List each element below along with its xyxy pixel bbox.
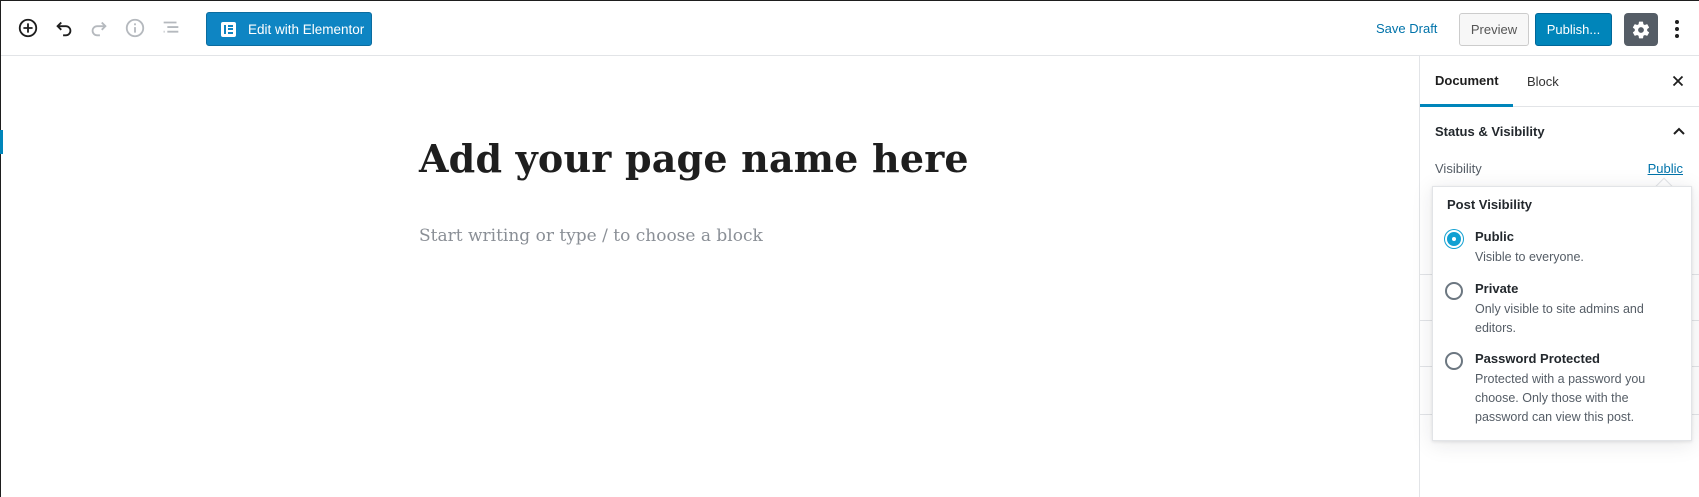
block-focus-indicator xyxy=(0,130,3,154)
editor-toolbar: Edit with Elementor Save Draft Preview P… xyxy=(1,1,1699,56)
save-draft-button[interactable]: Save Draft xyxy=(1376,21,1437,36)
elementor-logo-icon xyxy=(221,21,236,37)
more-options-button[interactable] xyxy=(1669,15,1685,43)
option-label: Private xyxy=(1475,281,1519,296)
redo-icon[interactable] xyxy=(86,15,112,41)
radio-password-protected[interactable] xyxy=(1445,352,1463,370)
close-icon[interactable] xyxy=(1669,72,1687,90)
radio-private[interactable] xyxy=(1445,282,1463,300)
post-visibility-popover: Post Visibility Public Visible to everyo… xyxy=(1432,186,1692,441)
block-navigation-icon[interactable] xyxy=(158,15,184,41)
radio-public[interactable] xyxy=(1445,230,1463,248)
option-description: Visible to everyone. xyxy=(1475,250,1584,264)
option-description: Only visible to site admins and editors. xyxy=(1475,302,1644,335)
chevron-up-icon xyxy=(1673,127,1685,135)
gear-icon xyxy=(1632,21,1650,38)
settings-gear-button[interactable] xyxy=(1624,13,1658,46)
undo-icon[interactable] xyxy=(51,15,77,41)
option-label: Password Protected xyxy=(1475,351,1600,366)
window-left-border xyxy=(0,0,1,497)
popover-title: Post Visibility xyxy=(1447,197,1533,212)
publish-button[interactable]: Publish... xyxy=(1535,13,1612,46)
option-description: Protected with a password you choose. On… xyxy=(1475,372,1646,424)
edit-with-elementor-button[interactable]: Edit with Elementor xyxy=(206,12,372,46)
sidebar-tabs: Document Block xyxy=(1420,56,1699,107)
tab-document[interactable]: Document xyxy=(1420,56,1513,107)
preview-button[interactable]: Preview xyxy=(1459,13,1529,46)
visibility-toggle-link[interactable]: Public xyxy=(1648,161,1683,176)
edit-with-elementor-label: Edit with Elementor xyxy=(248,21,365,37)
panel-title: Status & Visibility xyxy=(1435,123,1545,139)
visibility-label: Visibility xyxy=(1435,161,1482,176)
block-appender-placeholder[interactable]: Start writing or type / to choose a bloc… xyxy=(419,226,763,246)
status-visibility-panel-toggle[interactable]: Status & Visibility xyxy=(1420,107,1699,155)
page-title-input[interactable]: Add your page name here xyxy=(419,136,969,181)
option-label: Public xyxy=(1475,229,1515,244)
add-block-icon[interactable] xyxy=(15,15,41,41)
info-icon[interactable] xyxy=(122,15,148,41)
tab-block[interactable]: Block xyxy=(1527,56,1559,107)
